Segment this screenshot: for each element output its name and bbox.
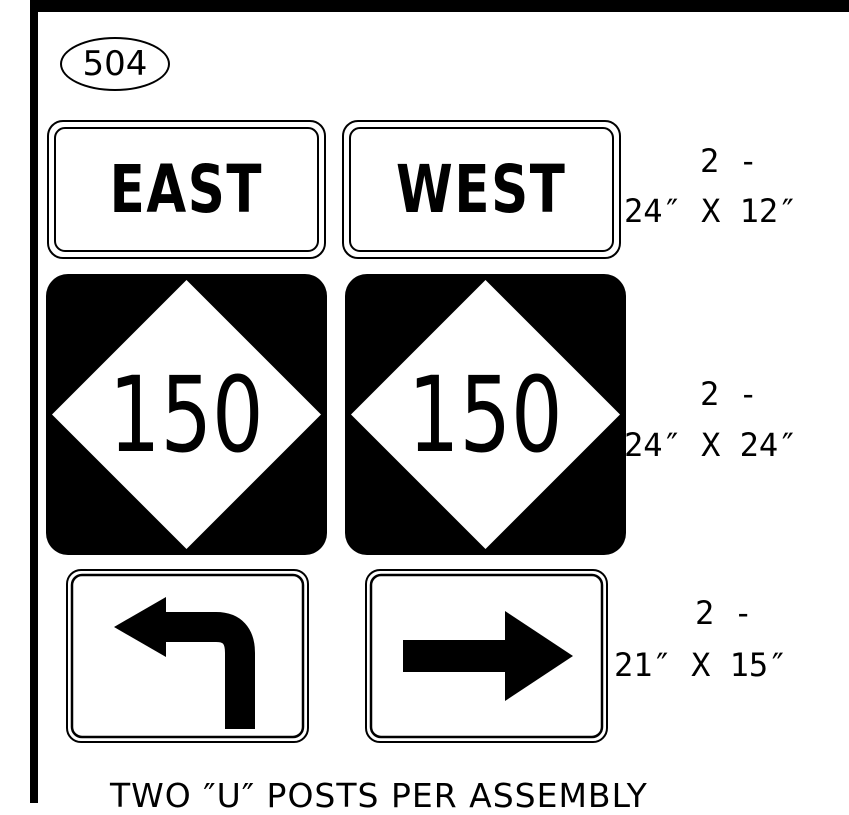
route-number-right: 150	[408, 353, 563, 476]
route-marker-left: 150	[46, 274, 327, 555]
size-dims-row1: 24″ X 12″	[624, 192, 798, 230]
east-sign-text: EAST	[109, 151, 264, 228]
west-sign: WEST	[342, 120, 621, 259]
left-turn-arrow-icon	[66, 569, 309, 743]
frame-top-border	[30, 0, 849, 12]
east-sign: EAST	[47, 120, 326, 259]
size-dims-row3: 21″ X 15″	[614, 646, 788, 684]
size-count-row2: 2 -	[700, 375, 758, 413]
assembly-number: 504	[60, 37, 170, 91]
right-arrow-sign	[365, 569, 608, 743]
route-marker-right: 150	[345, 274, 626, 555]
size-dims-row2: 24″ X 24″	[624, 426, 798, 464]
frame-left-border	[30, 0, 38, 803]
left-turn-arrow-sign	[66, 569, 309, 743]
size-count-row1: 2 -	[700, 142, 758, 180]
right-arrow-icon	[365, 569, 608, 743]
footer-note: TWO ″U″ POSTS PER ASSEMBLY	[110, 776, 648, 815]
west-sign-text: WEST	[396, 151, 567, 228]
size-count-row3: 2 -	[695, 594, 753, 632]
route-number-left: 150	[109, 353, 264, 476]
